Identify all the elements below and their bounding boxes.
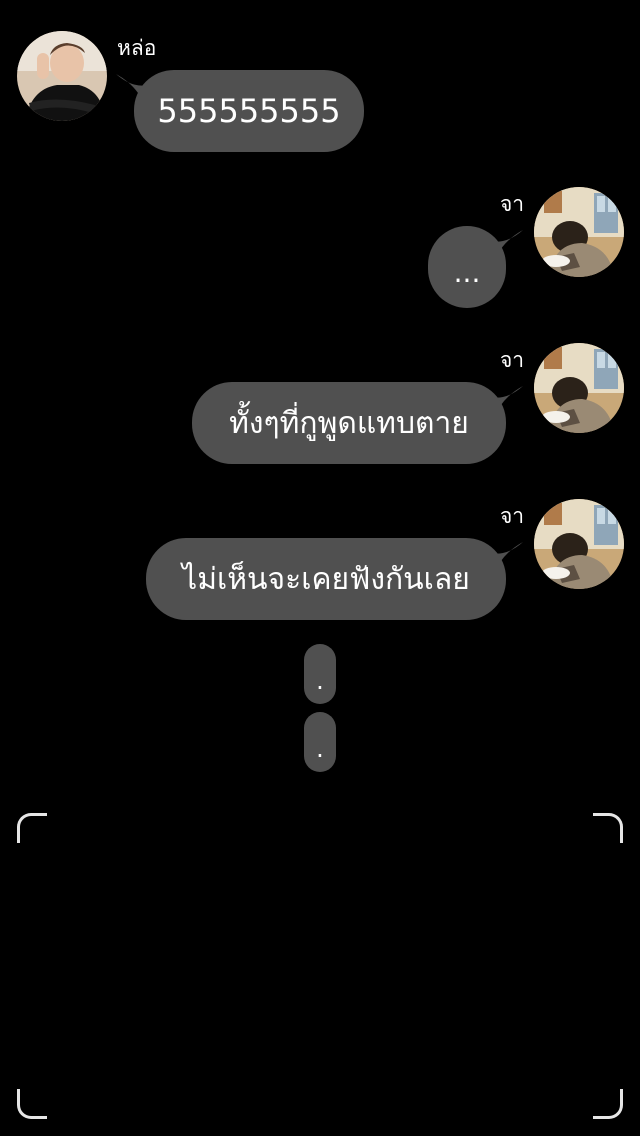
avatar-photo-icon [534, 187, 624, 277]
dot-bubble: . [304, 644, 336, 704]
message-text: ทั้งๆที่กูพูดแทบตาย [229, 405, 469, 441]
avatar-photo-icon [534, 343, 624, 433]
dot-text: . [316, 667, 324, 695]
sender-name-right: จา [500, 348, 525, 372]
dot-bubble: . [304, 712, 336, 772]
message-bubble[interactable]: ... [428, 226, 506, 308]
avatar-right-sender[interactable] [534, 187, 624, 277]
sender-name-right: จา [500, 504, 525, 528]
avatar-photo-icon [534, 499, 624, 589]
message-bubble[interactable]: 555555555 [134, 70, 364, 152]
frame-corner-top-left-icon [17, 813, 47, 843]
avatar-right-sender[interactable] [534, 343, 624, 433]
avatar-right-sender[interactable] [534, 499, 624, 589]
message-text: 555555555 [157, 92, 341, 130]
avatar-left-sender[interactable] [17, 31, 107, 121]
frame-corner-top-right-icon [593, 813, 623, 843]
dot-text: . [316, 735, 324, 763]
sender-name-right: จา [500, 192, 525, 216]
frame-corner-bottom-right-icon [593, 1089, 623, 1119]
avatar-photo-icon [17, 31, 107, 121]
message-text: ไม่เห็นจะเคยฟังกันเลย [182, 561, 470, 597]
sender-name-left: หล่อ [117, 36, 157, 60]
message-bubble[interactable]: ไม่เห็นจะเคยฟังกันเลย [146, 538, 506, 620]
message-text: ... [453, 255, 481, 289]
frame-corner-bottom-left-icon [17, 1089, 47, 1119]
message-bubble[interactable]: ทั้งๆที่กูพูดแทบตาย [192, 382, 506, 464]
